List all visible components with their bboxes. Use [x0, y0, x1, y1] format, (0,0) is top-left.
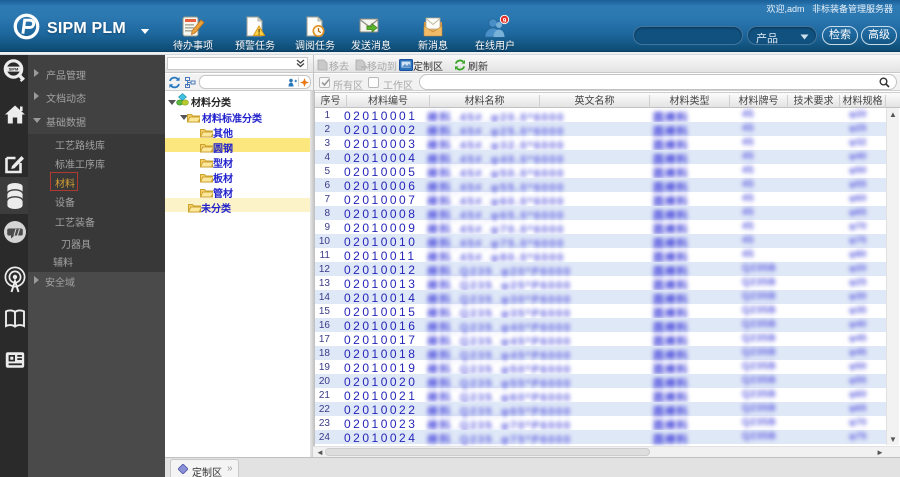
- svg-text:9: 9: [503, 17, 507, 24]
- svg-text:SIPM: SIPM: [9, 67, 19, 72]
